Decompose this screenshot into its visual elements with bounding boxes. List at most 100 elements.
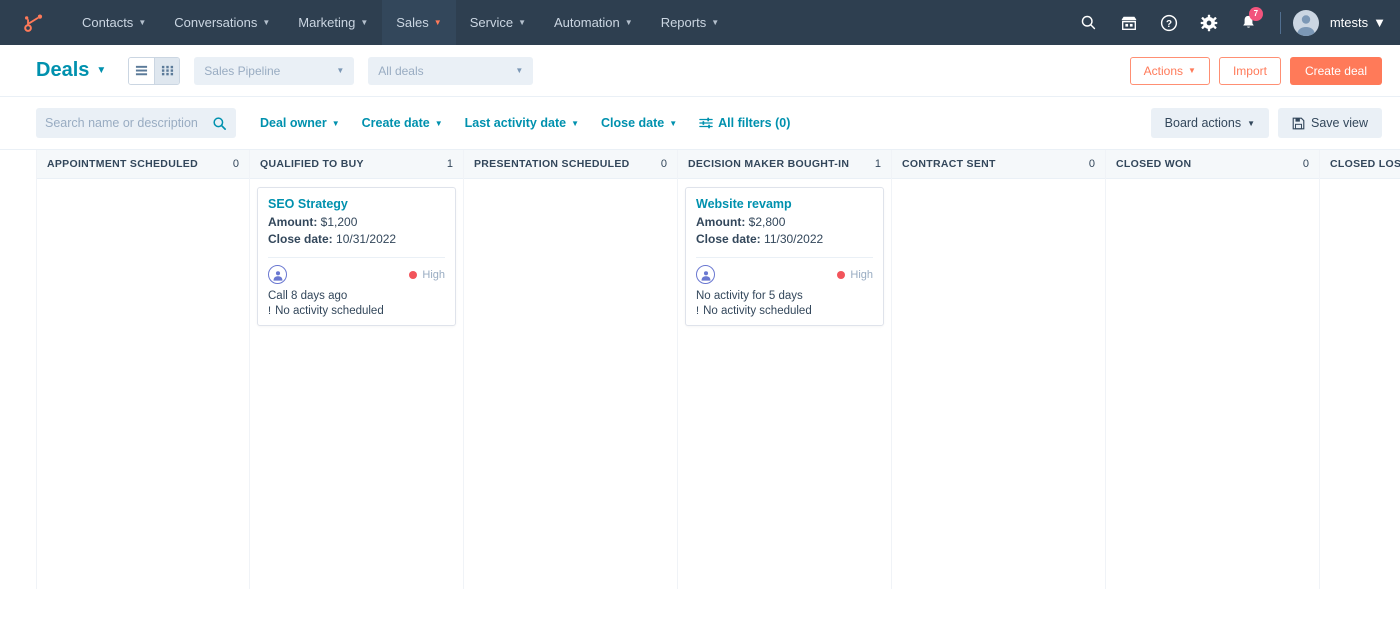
filter-close-date[interactable]: Close date ▼ — [601, 116, 677, 130]
column-cards[interactable]: Website revamp Amount: $2,800 Close date… — [678, 179, 891, 589]
column-count: 0 — [1302, 158, 1309, 170]
column-cards[interactable]: SEO Strategy Amount: $1,200 Close date: … — [250, 179, 463, 589]
nav-item-contacts-label: Contacts — [82, 15, 134, 30]
user-menu[interactable]: mtests ▼ — [1330, 15, 1386, 30]
board-view-button[interactable] — [154, 57, 180, 84]
nav-item-sales[interactable]: Sales ▼ — [382, 0, 456, 45]
board-actions-button[interactable]: Board actions ▼ — [1150, 108, 1270, 138]
deal-last-activity: No activity for 5 days — [696, 290, 803, 302]
deals-filter-select[interactable]: All deals ▼ — [368, 56, 534, 85]
chevron-down-icon: ▼ — [1373, 15, 1386, 30]
page-title[interactable]: Deals ▼ — [36, 59, 106, 82]
deal-close-date-row: Close date: 11/30/2022 — [696, 231, 873, 248]
actions-button[interactable]: Actions ▼ — [1129, 56, 1210, 85]
chevron-down-icon: ▼ — [571, 118, 579, 128]
column-title: PRESENTATION SCHEDULED — [474, 158, 630, 170]
deal-amount-row: Amount: $1,200 — [268, 214, 445, 231]
deal-priority-label: High — [422, 268, 445, 281]
search-field-wrapper[interactable] — [36, 108, 236, 138]
notifications-button[interactable]: 7 — [1230, 0, 1268, 45]
deal-priority: High — [409, 269, 445, 281]
filter-create-date[interactable]: Create date ▼ — [362, 116, 443, 130]
deal-card[interactable]: Website revamp Amount: $2,800 Close date… — [685, 187, 884, 326]
chevron-down-icon: ▼ — [515, 66, 524, 75]
deal-no-activity-label: No activity scheduled — [275, 305, 384, 317]
deal-name[interactable]: Website revamp — [696, 197, 873, 211]
column-cards[interactable] — [1320, 179, 1400, 589]
deal-name[interactable]: SEO Strategy — [268, 197, 445, 211]
board-column-closed-lost: CLOSED LOST 0 — [1320, 150, 1400, 589]
card-divider — [696, 257, 873, 258]
chevron-down-icon: ▼ — [138, 18, 147, 27]
top-navigation-bar: Contacts ▼ Conversations ▼ Marketing ▼ S… — [0, 0, 1400, 45]
save-view-label: Save view — [1311, 116, 1368, 130]
chevron-down-icon: ▼ — [331, 118, 340, 128]
help-button[interactable]: ? — [1150, 0, 1188, 45]
column-header[interactable]: CLOSED WON 0 — [1106, 150, 1319, 179]
nav-item-marketing[interactable]: Marketing ▼ — [284, 0, 382, 45]
filter-deal-owner[interactable]: Deal owner ▼ — [260, 116, 340, 130]
board-column-closed-won: CLOSED WON 0 — [1106, 150, 1320, 589]
create-deal-button[interactable]: Create deal — [1289, 56, 1382, 85]
create-deal-button-label: Create deal — [1304, 63, 1367, 78]
column-cards[interactable] — [892, 179, 1105, 589]
column-count: 0 — [660, 158, 667, 170]
filter-sliders-icon — [699, 117, 713, 129]
deal-no-activity-row: ! No activity scheduled — [696, 305, 873, 317]
column-header[interactable]: CLOSED LOST 0 — [1320, 150, 1400, 179]
nav-item-reports[interactable]: Reports ▼ — [647, 0, 733, 45]
marketplace-button[interactable] — [1110, 0, 1148, 45]
exclamation-icon: ! — [268, 305, 272, 317]
actions-button-label: Actions — [1143, 63, 1184, 78]
all-filters-button[interactable]: All filters (0) — [699, 116, 790, 130]
filter-last-activity-date-label: Last activity date — [464, 116, 567, 130]
deal-priority-label: High — [850, 268, 873, 281]
list-view-button[interactable] — [129, 57, 155, 84]
import-button[interactable]: Import — [1218, 56, 1281, 85]
user-avatar[interactable] — [1292, 9, 1319, 36]
contact-avatar-icon[interactable] — [268, 265, 287, 284]
deal-last-activity: Call 8 days ago — [268, 290, 348, 302]
column-header[interactable]: DECISION MAKER BOUGHT-IN 1 — [678, 150, 891, 179]
column-count: 1 — [874, 158, 881, 170]
column-header[interactable]: PRESENTATION SCHEDULED 0 — [464, 150, 677, 179]
deals-board: APPOINTMENT SCHEDULED 0 QUALIFIED TO BUY… — [0, 150, 1400, 589]
save-view-button[interactable]: Save view — [1278, 108, 1382, 138]
chevron-down-icon: ▼ — [262, 18, 271, 27]
page-header: Deals ▼ Sales Pipeline ▼ All deals ▼ Act… — [0, 45, 1400, 97]
nav-item-contacts[interactable]: Contacts ▼ — [68, 0, 160, 45]
nav-item-automation-label: Automation — [554, 15, 620, 30]
deal-card[interactable]: SEO Strategy Amount: $1,200 Close date: … — [257, 187, 456, 326]
deal-amount-value: $1,200 — [320, 215, 358, 229]
priority-dot-icon — [409, 270, 418, 279]
pipeline-select[interactable]: Sales Pipeline ▼ — [194, 56, 355, 85]
board-actions-group: Board actions ▼ Save view — [1150, 108, 1382, 138]
column-header[interactable]: CONTRACT SENT 0 — [892, 150, 1105, 179]
nav-item-automation[interactable]: Automation ▼ — [540, 0, 647, 45]
deal-amount-label: Amount: — [268, 215, 318, 229]
all-filters-label: All filters (0) — [718, 116, 791, 130]
contact-avatar-icon[interactable] — [696, 265, 715, 284]
column-header[interactable]: APPOINTMENT SCHEDULED 0 — [37, 150, 249, 179]
column-header[interactable]: QUALIFIED TO BUY 1 — [250, 150, 463, 179]
board-column-presentation-scheduled: PRESENTATION SCHEDULED 0 — [464, 150, 678, 589]
settings-button[interactable] — [1190, 0, 1228, 45]
column-cards[interactable] — [37, 179, 249, 589]
search-input[interactable] — [45, 116, 208, 130]
filter-last-activity-date[interactable]: Last activity date ▼ — [465, 116, 579, 130]
nav-item-marketing-label: Marketing — [298, 15, 356, 30]
search-icon[interactable] — [212, 116, 227, 131]
filter-deal-owner-label: Deal owner — [260, 116, 327, 130]
nav-item-service[interactable]: Service ▼ — [456, 0, 540, 45]
pipeline-select-value: Sales Pipeline — [204, 63, 281, 78]
deal-close-date-value: 10/31/2022 — [336, 232, 397, 246]
nav-item-conversations[interactable]: Conversations ▼ — [160, 0, 284, 45]
column-cards[interactable] — [464, 179, 677, 589]
deal-close-date-value: 11/30/2022 — [764, 232, 824, 246]
column-cards[interactable] — [1106, 179, 1319, 589]
search-button[interactable] — [1070, 0, 1108, 45]
hubspot-logo-button[interactable] — [0, 0, 68, 45]
card-meta-row: High — [696, 265, 873, 284]
deal-no-activity-row: ! No activity scheduled — [268, 305, 445, 317]
chevron-down-icon: ▼ — [1247, 118, 1256, 128]
